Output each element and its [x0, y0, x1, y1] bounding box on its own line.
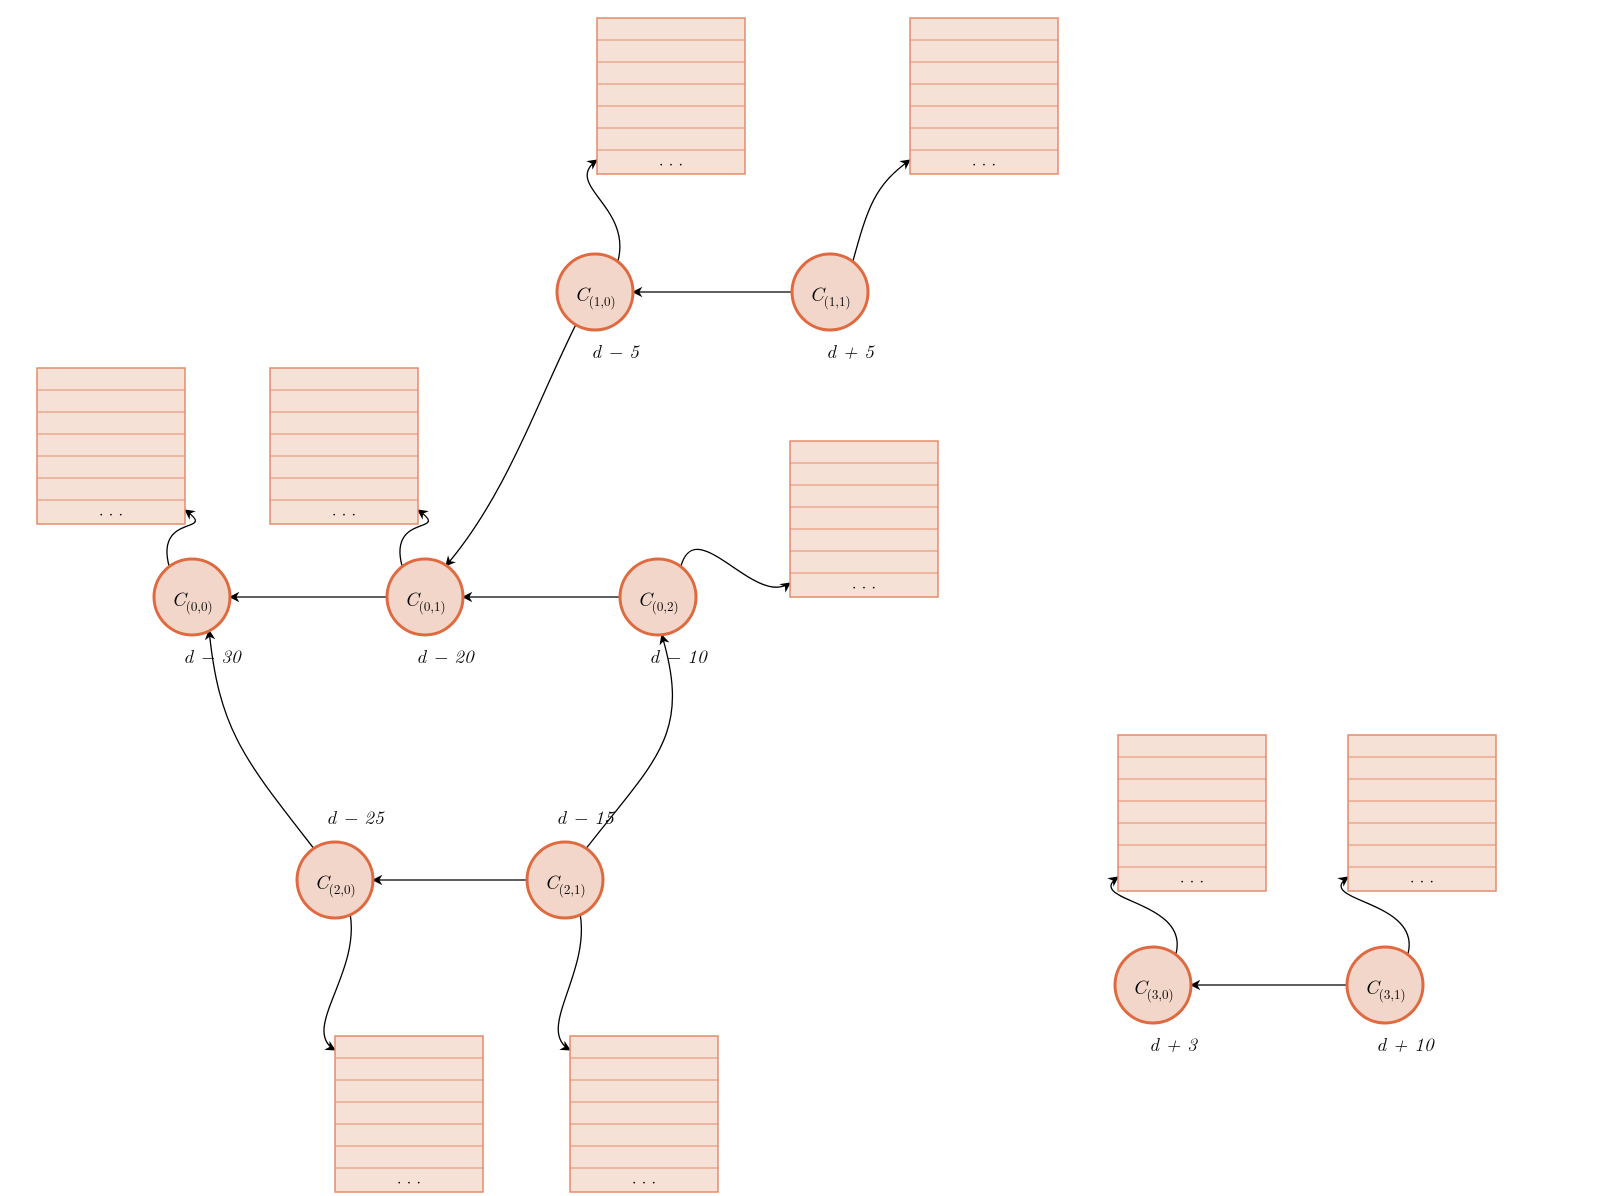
edge-to-stack: [558, 914, 581, 1050]
stack-ellipsis: . . .: [852, 570, 876, 593]
stack-ellipsis: . . .: [632, 1165, 656, 1188]
graph-node: C(0,2)d − 10: [620, 559, 708, 669]
stack-ellipsis: . . .: [1180, 864, 1204, 887]
graph-node: C(1,1)d + 5: [792, 254, 875, 364]
node-d-label: d + 3: [1149, 1030, 1198, 1057]
edge-curved: [446, 324, 576, 566]
row-stack: . . .: [335, 1036, 483, 1192]
graph-node: C(0,1)d − 20: [387, 559, 475, 669]
stack-ellipsis: . . .: [1410, 864, 1434, 887]
graph-node: C(2,0)d − 25: [297, 803, 385, 918]
node-d-label: d + 5: [826, 337, 875, 364]
stack-ellipsis: . . .: [397, 1165, 421, 1188]
edge-to-stack: [587, 160, 620, 262]
node-d-label: d − 25: [326, 803, 385, 830]
graph-node: C(1,0)d − 5: [557, 254, 640, 364]
node-d-label: d − 20: [416, 642, 475, 669]
edge-to-stack: [681, 549, 790, 587]
edge-to-stack: [324, 914, 351, 1050]
node-d-label: d + 10: [1376, 1030, 1435, 1057]
stacks-layer: . . . . . . . . . . . . . . . . . . . . . . . .…: [37, 18, 1496, 1192]
node-d-label: d − 15: [556, 803, 615, 830]
edge-to-stack: [853, 160, 910, 262]
graph-node: C(3,0)d + 3: [1115, 947, 1198, 1057]
stack-ellipsis: . . .: [99, 497, 123, 520]
node-d-label: d − 5: [591, 337, 640, 364]
graph-node: C(0,0)d − 30: [154, 559, 242, 669]
node-d-label: d − 30: [183, 642, 242, 669]
node-d-label: d − 10: [649, 642, 708, 669]
row-stack: . . .: [1348, 735, 1496, 891]
stack-ellipsis: . . .: [332, 497, 356, 520]
diagram-canvas: . . . . . . . . . . . . . . . . . . . . . . . .…: [0, 0, 1600, 1196]
graph-node: C(3,1)d + 10: [1347, 947, 1435, 1057]
stack-ellipsis: . . .: [972, 147, 996, 170]
edges-layer: [167, 160, 1409, 1050]
row-stack: . . .: [597, 18, 745, 174]
graph-node: C(2,1)d − 15: [527, 803, 615, 918]
row-stack: . . .: [270, 368, 418, 524]
row-stack: . . .: [570, 1036, 718, 1192]
row-stack: . . .: [1118, 735, 1266, 891]
stack-ellipsis: . . .: [659, 147, 683, 170]
row-stack: . . .: [910, 18, 1058, 174]
row-stack: . . .: [790, 441, 938, 597]
row-stack: . . .: [37, 368, 185, 524]
